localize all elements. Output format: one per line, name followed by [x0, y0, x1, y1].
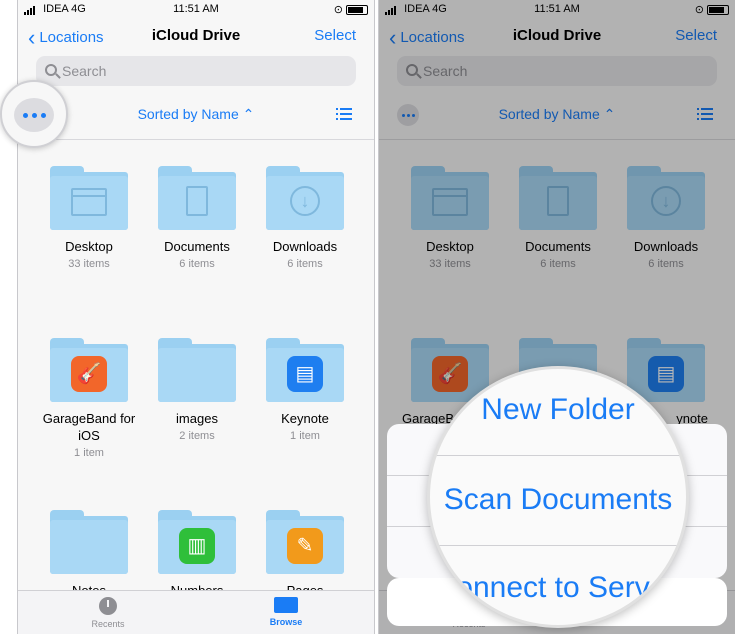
item-count: 1 item [74, 447, 104, 459]
folder-images[interactable]: images 2 items [147, 338, 247, 442]
clock-icon [99, 597, 117, 615]
item-count: 33 items [68, 258, 110, 270]
numbers-icon: ▥ [179, 528, 215, 564]
scan-documents-button[interactable]: Scan Documents [430, 483, 686, 517]
folder-icon: ▤ [266, 338, 344, 402]
folder-icon: ↓ [266, 166, 344, 230]
folder-downloads[interactable]: ↓ Downloads 6 items [255, 166, 355, 270]
folder-garageband[interactable]: 🎸 GarageBand for iOS 1 item [39, 338, 139, 459]
more-button-callout[interactable] [0, 80, 68, 148]
folder-icon [50, 166, 128, 230]
search-field[interactable]: Search [36, 56, 356, 86]
tab-label: Recents [91, 619, 125, 629]
menu-magnifier-callout: New Folder Scan Documents onnect to Serv [427, 366, 689, 628]
select-button[interactable]: Select [314, 27, 356, 44]
item-count: 6 items [179, 258, 215, 270]
folder-icon [158, 166, 236, 230]
keynote-icon: ▤ [287, 356, 323, 392]
folder-icon [50, 510, 128, 574]
garageband-icon: 🎸 [71, 356, 107, 392]
connect-to-server-button[interactable]: onnect to Serv [430, 571, 686, 605]
more-options-icon [14, 98, 54, 132]
desktop-icon [71, 188, 107, 216]
item-name: images [176, 411, 218, 426]
folder-documents[interactable]: Documents 6 items [147, 166, 247, 270]
list-view-icon[interactable] [336, 108, 352, 120]
sort-label: Sorted by Name [137, 106, 239, 122]
folder-icon: ✎ [266, 510, 344, 574]
item-count: 1 item [290, 430, 320, 442]
status-bar: IDEA 4G 11:51 AM ⊙ [18, 0, 374, 18]
clock: 11:51 AM [173, 3, 219, 15]
tab-label: Browse [269, 617, 303, 627]
folder-numbers[interactable]: ▥ Numbers [147, 510, 247, 599]
battery-icon [346, 5, 368, 16]
sort-bar: Sorted by Name ⌃ [18, 96, 374, 132]
left-screen: IDEA 4G 11:51 AM ⊙ ‹ Locations iCloud Dri… [17, 0, 375, 634]
folder-icon: ▥ [158, 510, 236, 574]
folder-icon [158, 338, 236, 402]
tab-bar: Recents Browse [18, 590, 374, 634]
folder-notes[interactable]: Notes [39, 510, 139, 599]
folder-keynote[interactable]: ▤ Keynote 1 item [255, 338, 355, 442]
new-folder-button[interactable]: New Folder [430, 393, 686, 427]
item-name: Keynote [281, 411, 329, 426]
folder-icon: 🎸 [50, 338, 128, 402]
item-count: 2 items [179, 430, 215, 442]
item-count: 6 items [287, 258, 323, 270]
folder-icon [274, 597, 298, 613]
folder-pages[interactable]: ✎ Pages [255, 510, 355, 599]
right-screen: IDEA 4G 11:51 AM ⊙ ‹ Locations iCloud Dri… [378, 0, 735, 634]
pages-icon: ✎ [287, 528, 323, 564]
divider [18, 139, 374, 140]
sort-by-name-button[interactable]: Sorted by Name ⌃ [18, 106, 374, 123]
download-icon: ↓ [290, 186, 320, 216]
lock-rotation-icon: ⊙ [333, 4, 343, 16]
chevron-up-icon: ⌃ [242, 106, 255, 122]
tab-recents[interactable]: Recents [58, 597, 158, 629]
search-placeholder: Search [62, 63, 107, 79]
document-icon [186, 186, 208, 216]
search-icon [45, 64, 57, 76]
folder-desktop[interactable]: Desktop 33 items [39, 166, 139, 270]
tab-browse[interactable]: Browse [236, 597, 336, 627]
item-name: Desktop [65, 239, 113, 254]
navigation-bar: ‹ Locations iCloud Drive Select [18, 22, 374, 52]
item-name: GarageBand for iOS [42, 411, 136, 443]
item-name: Downloads [272, 239, 338, 254]
item-name: Documents [164, 239, 230, 254]
